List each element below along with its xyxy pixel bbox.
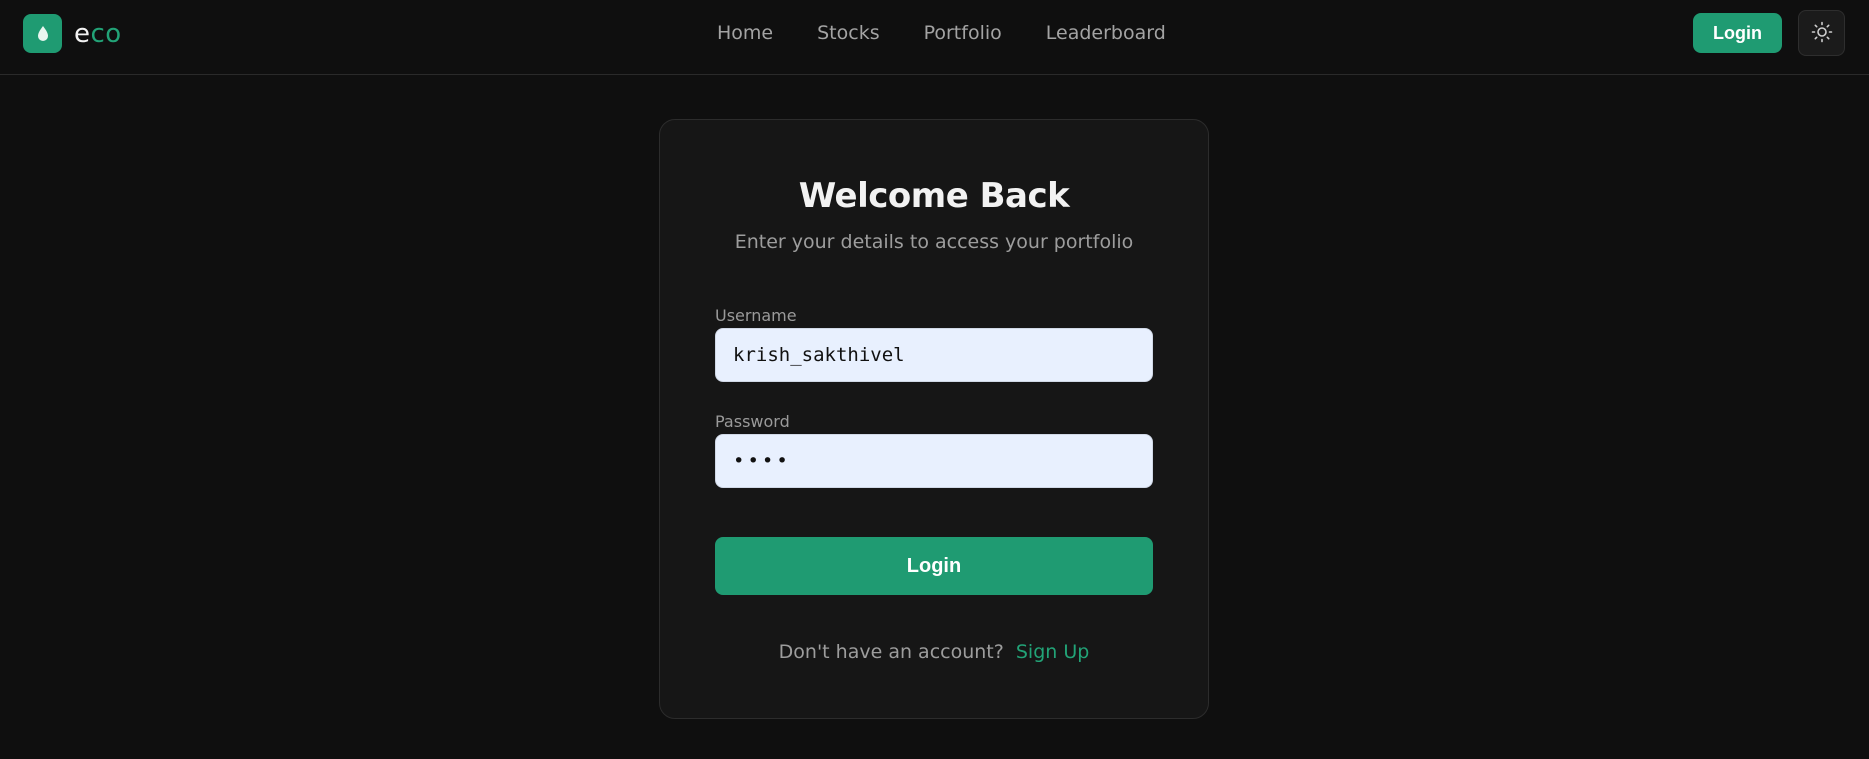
theme-toggle-button[interactable]	[1798, 10, 1845, 56]
brand[interactable]: eco	[23, 14, 122, 53]
brand-name-part2: co	[90, 18, 122, 49]
password-label: Password	[715, 412, 790, 431]
login-card: Welcome Back Enter your details to acces…	[659, 119, 1209, 719]
sun-icon	[1811, 21, 1833, 46]
nav-link-home[interactable]: Home	[717, 22, 773, 44]
login-submit-button[interactable]: Login	[715, 537, 1153, 595]
nav-link-stocks[interactable]: Stocks	[817, 22, 879, 44]
nav-login-button[interactable]: Login	[1693, 13, 1782, 53]
top-navbar: eco Home Stocks Portfolio Leaderboard Lo…	[0, 0, 1869, 75]
username-field[interactable]	[715, 328, 1153, 382]
page-subtitle: Enter your details to access your portfo…	[734, 231, 1134, 253]
username-label: Username	[715, 306, 797, 325]
password-field[interactable]	[715, 434, 1153, 488]
page-title: Welcome Back	[798, 176, 1070, 216]
nav-links: Home Stocks Portfolio Leaderboard	[717, 18, 1166, 48]
nav-link-leaderboard[interactable]: Leaderboard	[1046, 22, 1166, 44]
signup-prompt: Don't have an account?	[778, 641, 1004, 663]
nav-link-portfolio[interactable]: Portfolio	[924, 22, 1002, 44]
signup-link[interactable]: Sign Up	[1016, 641, 1089, 663]
brand-name-part1: e	[74, 18, 91, 49]
brand-name: eco	[74, 19, 122, 49]
leaf-drop-icon	[23, 14, 62, 53]
signup-row: Don't have an account? Sign Up	[660, 641, 1208, 663]
